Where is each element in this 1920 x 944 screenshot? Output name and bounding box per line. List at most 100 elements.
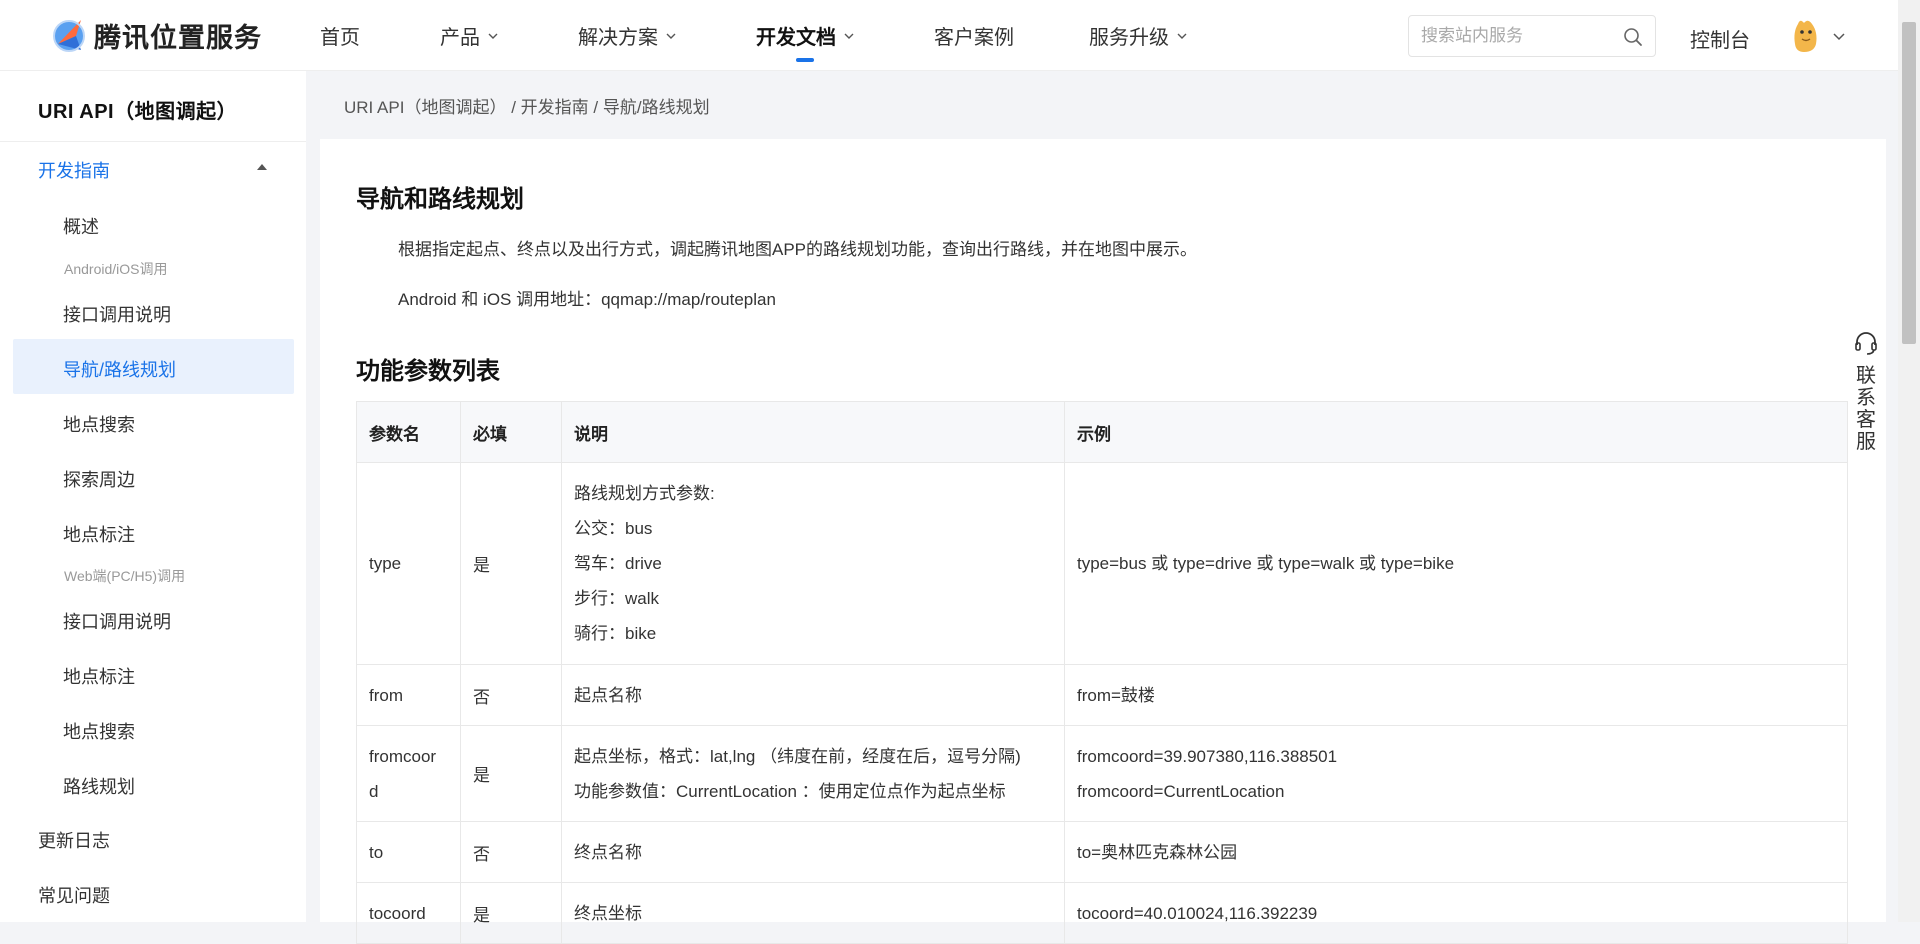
scrollbar-thumb[interactable]: [1902, 22, 1916, 344]
table-cell-name: type: [356, 462, 461, 665]
breadcrumb-item[interactable]: 开发指南: [521, 98, 589, 117]
table-header-cell: 说明: [561, 401, 1065, 463]
table-cell-name: fromcoor d: [356, 725, 461, 822]
console-link[interactable]: 控制台: [1690, 24, 1750, 53]
nav-upgrade[interactable]: 服务升级: [1089, 0, 1187, 71]
logo-icon: [53, 20, 85, 52]
cell-text: 终点名称: [574, 842, 642, 862]
table-cell-required: 否: [460, 664, 562, 726]
breadcrumb-item: 导航/路线规划: [602, 98, 710, 117]
param-table: 参数名 必填 说明 示例 type 是 路线规划方式参数: 公交：bus 驾车：…: [356, 401, 1848, 944]
cell-text: 路线规划方式参数:: [574, 484, 715, 503]
headset-icon: [1855, 332, 1877, 355]
table-cell-example: type=bus 或 type=drive 或 type=walk 或 type…: [1064, 462, 1848, 665]
search-icon[interactable]: [1623, 27, 1643, 47]
page-description: 根据指定起点、终点以及出行方式，调起腾讯地图APP的路线规划功能，查询出行路线，…: [398, 240, 1198, 259]
customer-service-label: 联系客服: [1856, 365, 1876, 453]
cell-text: tocoord: [369, 903, 426, 923]
cell-text: 公交：bus: [574, 519, 653, 538]
nav-label: 服务升级: [1089, 27, 1169, 49]
avatar[interactable]: [1790, 18, 1822, 54]
breadcrumb-separator: /: [593, 98, 599, 117]
table-header-row: 参数名 必填 说明 示例: [356, 401, 1848, 463]
nav-products[interactable]: 产品: [440, 0, 498, 71]
sidebar-divider: [0, 141, 306, 142]
sidebar-item-web-marker[interactable]: 地点标注: [63, 663, 135, 689]
table-row: type 是 路线规划方式参数: 公交：bus 驾车：drive 步行：walk…: [356, 462, 1848, 665]
table-cell-example: fromcoord=39.907380,116.388501 fromcoord…: [1064, 725, 1848, 822]
table-cell-name: to: [356, 821, 461, 883]
breadcrumb-item[interactable]: URI API（地图调起）: [344, 98, 506, 117]
table-row: to 否 终点名称 to=奥林匹克森林公园: [356, 821, 1848, 883]
caret-up-icon[interactable]: [256, 163, 268, 171]
sidebar-item-explore-nearby[interactable]: 探索周边: [63, 466, 135, 492]
cell-text: d: [369, 781, 379, 801]
sidebar-item-web-search[interactable]: 地点搜索: [63, 718, 135, 744]
nav-home[interactable]: 首页: [320, 0, 360, 71]
sidebar: URI API（地图调起） 开发指南 概述 Android/iOS调用 接口调用…: [0, 71, 306, 922]
cell-text: from=鼓楼: [1077, 685, 1155, 705]
table-row: from 否 起点名称 from=鼓楼: [356, 664, 1848, 726]
table-cell-example: tocoord=40.010024,116.392239: [1064, 882, 1848, 944]
cell-text: 终点坐标: [574, 903, 642, 923]
param-section-title: 功能参数列表: [356, 358, 500, 385]
nav-label: 首页: [320, 27, 360, 49]
table-cell-required: 否: [460, 821, 562, 883]
sidebar-title: URI API（地图调起）: [38, 101, 238, 123]
sidebar-subheader-web: Web端(PC/H5)调用: [64, 568, 186, 584]
sidebar-item-poi-search[interactable]: 地点搜索: [63, 411, 135, 437]
sidebar-subheader-android-ios: Android/iOS调用: [64, 261, 168, 277]
brand-logo[interactable]: 腾讯位置服务: [48, 14, 262, 56]
nav-dev-docs[interactable]: 开发文档: [756, 0, 854, 71]
table-header-cell: 必填: [460, 401, 562, 463]
sidebar-item-marker[interactable]: 地点标注: [63, 521, 135, 547]
table-cell-name: tocoord: [356, 882, 461, 944]
table-row: fromcoor d 是 起点坐标，格式：lat,lng （纬度在前，经度在后，…: [356, 725, 1848, 822]
nav-cases[interactable]: 客户案例: [934, 0, 1014, 71]
nav-label: 开发文档: [756, 27, 836, 49]
page-scrollbar[interactable]: [1898, 0, 1920, 922]
cell-text: 步行：walk: [574, 589, 660, 608]
table-cell-required: 是: [460, 725, 562, 822]
sidebar-item-changelog[interactable]: 更新日志: [38, 827, 110, 853]
sidebar-item-web-api-call[interactable]: 接口调用说明: [63, 608, 171, 634]
nav-solutions[interactable]: 解决方案: [578, 0, 676, 71]
sidebar-item-web-route[interactable]: 路线规划: [63, 773, 135, 799]
sidebar-item-route-plan[interactable]: 导航/路线规划: [63, 356, 176, 382]
sidebar-item-faq[interactable]: 常见问题: [38, 882, 110, 908]
cell-text: to=奥林匹克森林公园: [1077, 842, 1238, 862]
logo-text: 腾讯位置服务: [94, 22, 262, 53]
cell-text: fromcoord=CurrentLocation: [1077, 781, 1285, 801]
table-cell-desc: 起点名称: [561, 664, 1065, 726]
cell-text: to: [369, 842, 384, 862]
table-header-cell: 示例: [1064, 401, 1848, 463]
cell-text: 起点名称: [574, 685, 642, 705]
page-title: 导航和路线规划: [356, 186, 524, 213]
cell-text: 驾车：drive: [574, 554, 662, 573]
nav-label: 产品: [440, 27, 480, 49]
sidebar-item-overview[interactable]: 概述: [63, 213, 99, 239]
chevron-down-icon[interactable]: [1833, 31, 1845, 41]
cell-text: 功能参数值：CurrentLocation ：使用定位点作为起点坐标: [574, 781, 1006, 801]
cell-text: type: [369, 554, 402, 573]
site-search: [1408, 15, 1656, 57]
call-address: Android 和 iOS 调用地址：qqmap://map/routeplan: [398, 290, 776, 309]
breadcrumb-separator: /: [511, 98, 516, 117]
table-header-cell: 参数名: [356, 401, 461, 463]
table-cell-desc: 路线规划方式参数: 公交：bus 驾车：drive 步行：walk 骑行：bik…: [561, 462, 1065, 665]
chevron-down-icon: [666, 33, 676, 39]
sidebar-group-dev-guide[interactable]: 开发指南: [38, 157, 110, 183]
customer-service-float[interactable]: 联系客服: [1846, 330, 1886, 453]
chevron-down-icon: [844, 33, 854, 39]
breadcrumb: URI API（地图调起） / 开发指南 / 导航/路线规划: [344, 93, 710, 118]
nav-label: 客户案例: [934, 27, 1014, 49]
cell-text: fromcoord=39.907380,116.388501: [1077, 746, 1338, 766]
cell-text: 起点坐标，格式：lat,lng （纬度在前，经度在后，逗号分隔): [574, 746, 1021, 766]
cell-text: tocoord=40.010024,116.392239: [1077, 903, 1318, 923]
search-input[interactable]: [1421, 26, 1621, 46]
cell-text: 骑行：bike: [574, 624, 657, 643]
nav-label: 解决方案: [578, 27, 658, 49]
sidebar-item-api-call[interactable]: 接口调用说明: [63, 301, 171, 327]
cell-text: fromcoor: [369, 746, 437, 766]
cell-text: from: [369, 685, 403, 705]
